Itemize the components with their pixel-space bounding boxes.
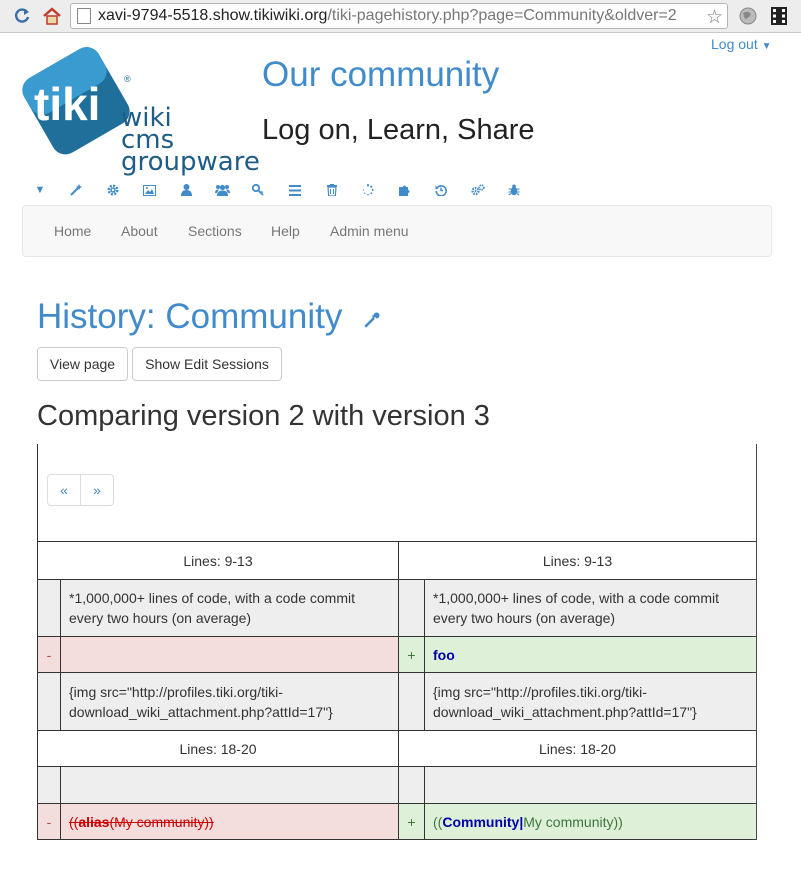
key-icon[interactable] — [250, 182, 266, 198]
diff-lines-right: Lines: 9-13 — [542, 552, 613, 569]
diff-context-left: {img src="http://profiles.tiki.org/tiki-… — [69, 683, 333, 720]
wrench-icon[interactable] — [364, 312, 380, 328]
url-host: xavi-9794-5518.show.tikiwiki.org — [98, 7, 328, 24]
image-icon[interactable] — [141, 182, 157, 198]
diff-context-left: *1,000,000+ lines of code, with a code c… — [69, 590, 356, 626]
diff-lines-right: Lines: 18-20 — [538, 740, 617, 757]
nav-item-about[interactable]: About — [121, 223, 158, 239]
diff-removed-cell: ((alias(My community)) — [61, 804, 398, 839]
list-icon[interactable] — [287, 182, 303, 198]
svg-text:®: ® — [124, 74, 131, 84]
nav-item-admin-menu[interactable]: Admin menu — [330, 223, 409, 239]
diff-context-right: {img src="http://profiles.tiki.org/tiki-… — [433, 683, 697, 720]
nav-item-sections[interactable]: Sections — [188, 223, 242, 239]
logo-mark: tiki — [34, 78, 100, 130]
spinner-icon[interactable] — [360, 182, 376, 198]
pager-prev-button[interactable]: « — [48, 475, 81, 505]
site-slogan: Log on, Learn, Share — [262, 114, 535, 146]
view-page-button[interactable]: View page — [37, 347, 128, 381]
cogs-icon[interactable] — [470, 182, 486, 198]
nav-item-home[interactable]: Home — [54, 223, 91, 239]
trash-icon[interactable] — [324, 182, 340, 198]
pager: « » — [47, 474, 114, 506]
logout-link[interactable]: Log out ▼ — [711, 36, 772, 52]
diff-lines-left: Lines: 9-13 — [183, 552, 253, 569]
admin-toolbar: ▼ — [30, 182, 530, 198]
diff-removed-cell — [61, 637, 398, 672]
diff-added-text: foo — [433, 646, 455, 663]
film-menu-icon[interactable] — [767, 4, 791, 28]
main-navbar: Home About Sections Help Admin menu — [22, 205, 772, 257]
pager-next-button[interactable]: » — [81, 475, 113, 505]
scroll-fade — [751, 444, 801, 864]
page-icon — [77, 8, 91, 24]
logo-line-groupware: groupware — [121, 147, 260, 177]
history-icon[interactable] — [433, 182, 449, 198]
url-path: /tiki-pagehistory.php?page=Community&old… — [327, 7, 677, 24]
diff-plus-sign: + — [399, 804, 424, 839]
diff-context-row — [38, 766, 756, 803]
site-title[interactable]: Our community — [262, 55, 499, 95]
diff-context-row: {img src="http://profiles.tiki.org/tiki-… — [38, 672, 756, 730]
browser-chrome: xavi-9794-5518.show.tikiwiki.org/tiki-pa… — [0, 0, 801, 33]
diff-block-header: Lines: 18-20 Lines: 18-20 — [38, 730, 756, 766]
diff-change-row: - + foo — [38, 636, 756, 672]
gear-icon[interactable] — [105, 182, 121, 198]
address-bar[interactable]: xavi-9794-5518.show.tikiwiki.org/tiki-pa… — [70, 3, 728, 29]
user-icon[interactable] — [178, 182, 194, 198]
puzzle-icon[interactable] — [397, 182, 413, 198]
show-edit-sessions-button[interactable]: Show Edit Sessions — [132, 347, 282, 381]
diff-context-right: *1,000,000+ lines of code, with a code c… — [433, 590, 720, 626]
diff-plus-sign: + — [399, 637, 424, 672]
bug-icon[interactable] — [506, 182, 522, 198]
diff-minus-sign: - — [38, 804, 60, 839]
diff-block-header: Lines: 9-13 Lines: 9-13 — [38, 541, 756, 579]
diff-added-text: ((Community|My community)) — [433, 813, 623, 830]
users-icon[interactable] — [214, 182, 230, 198]
magic-wand-icon[interactable] — [68, 182, 84, 198]
home-icon[interactable] — [40, 4, 64, 28]
diff-change-row: - ((alias(My community)) + ((Community|M… — [38, 803, 756, 840]
diff-minus-sign: - — [38, 637, 60, 672]
diff-added-cell: foo — [425, 637, 756, 672]
nav-item-help[interactable]: Help — [271, 223, 300, 239]
caret-down-icon[interactable]: ▼ — [32, 182, 48, 198]
diff-lines-left: Lines: 18-20 — [179, 740, 257, 757]
diff-added-cell: ((Community|My community)) — [425, 804, 756, 839]
diff-context-row: *1,000,000+ lines of code, with a code c… — [38, 579, 756, 636]
reload-icon[interactable] — [10, 4, 34, 28]
globe-icon[interactable] — [736, 4, 760, 28]
page-title: History: Community — [37, 297, 343, 336]
bookmark-star-icon[interactable]: ☆ — [706, 6, 723, 28]
compare-heading: Comparing version 2 with version 3 — [37, 400, 490, 432]
tiki-logo[interactable]: tiki ® wiki cms groupware — [20, 44, 265, 179]
diff-table: « » Lines: 9-13 Lines: 9-13 *1,000,000+ … — [37, 444, 757, 840]
diff-removed-text: ((alias(My community)) — [69, 813, 214, 830]
